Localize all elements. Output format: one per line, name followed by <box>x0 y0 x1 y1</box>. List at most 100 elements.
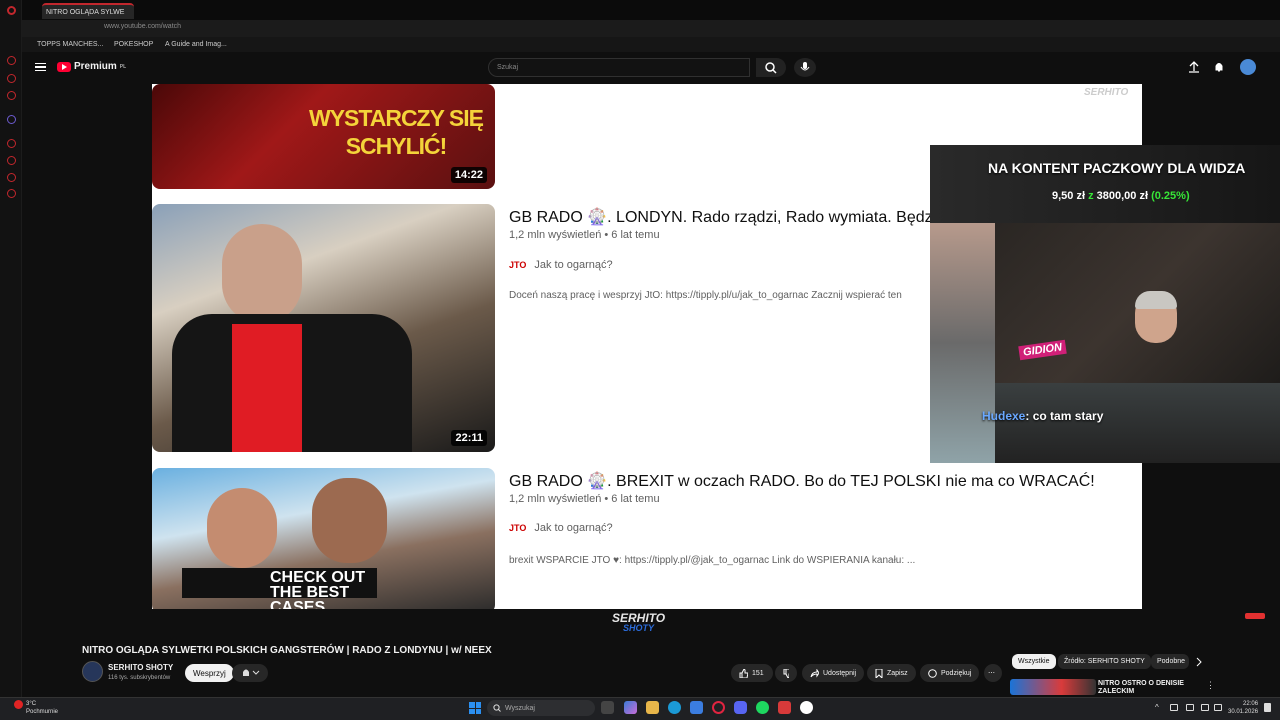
tab-bar <box>22 0 1280 20</box>
chip-source[interactable]: Źródło: SERHITO SHOTY <box>1058 654 1151 669</box>
bookmark-item[interactable]: TOPPS MANCHES... <box>37 41 103 48</box>
suggested-video-thumbnail[interactable] <box>1010 679 1096 695</box>
share-icon <box>810 668 819 678</box>
like-count: 151 <box>752 669 764 677</box>
copilot-icon[interactable] <box>624 701 637 714</box>
share-button[interactable]: Udostępnij <box>802 664 865 682</box>
thanks-button[interactable]: Podziękuj <box>920 664 980 682</box>
more-actions-button[interactable]: ⋯ <box>984 664 1002 682</box>
room-background <box>930 223 995 463</box>
donation-amount: 9,50 zł <box>1052 190 1086 202</box>
channel-avatar[interactable] <box>82 661 103 682</box>
channel-name[interactable]: SERHITO SHOTY <box>108 663 173 672</box>
bookmarks-bar: TOPPS MANCHES... POKESHOP A Guide and Im… <box>22 37 1280 52</box>
address-bar[interactable] <box>22 20 1280 37</box>
search-icon <box>765 62 777 74</box>
taskbar-search[interactable]: Wyszukaj <box>487 700 595 716</box>
active-tab[interactable]: NITRO OGLĄDA SYLWE <box>42 3 134 19</box>
taskbar-clock[interactable]: 22:06 30.01.2026 <box>1228 700 1258 716</box>
channel-row[interactable]: JTO Jak to ogarnąć? <box>509 259 613 271</box>
windows-start-icon[interactable] <box>469 702 481 714</box>
avatar[interactable] <box>1240 59 1256 75</box>
bell-icon[interactable] <box>1213 61 1225 73</box>
video-thumbnail[interactable]: CHECK OUT THE BEST CASES <box>152 468 495 609</box>
app-icon[interactable] <box>778 701 791 714</box>
dislike-button[interactable] <box>775 664 797 682</box>
file-explorer-icon[interactable] <box>646 701 659 714</box>
youtube-logo[interactable]: Premium PL <box>57 61 126 72</box>
weather-text: Pochmurnie <box>26 709 59 715</box>
sidebar-icon[interactable] <box>7 91 16 100</box>
donation-progress: 9,50 zł z 3800,00 zł (0.25%) <box>1052 190 1190 202</box>
subscriber-count: 116 tys. subskrybentów <box>108 675 171 681</box>
weather-alert-icon[interactable] <box>14 700 23 709</box>
donation-headline: NA KONTENT PACZKOWY DLA WIDZA <box>988 160 1246 176</box>
logo-region: PL <box>119 63 127 70</box>
person-shirt <box>232 324 302 452</box>
sidebar-icon[interactable] <box>7 173 16 182</box>
cam-feed: GIDION <box>995 223 1280 383</box>
upload-icon[interactable] <box>1188 61 1200 73</box>
twitch-icon[interactable] <box>7 115 16 124</box>
save-label: Zapisz <box>887 669 908 677</box>
channel-row[interactable]: JTO Jak to ogarnąć? <box>509 522 613 534</box>
chat-text: : co tam stary <box>1025 409 1104 423</box>
bookmark-icon <box>875 668 883 678</box>
streamer-cap <box>1135 291 1177 309</box>
suggested-video-title[interactable]: NITRO OSTRO O DENISIE ZALECKIM <box>1098 680 1188 695</box>
sidebar-icon[interactable] <box>7 156 16 165</box>
channel-name: Jak to ogarnąć? <box>534 259 613 271</box>
url-text[interactable]: www.youtube.com/watch <box>104 23 181 30</box>
edge-icon[interactable] <box>668 701 681 714</box>
donation-goal: 3800,00 zł <box>1096 190 1149 202</box>
kebab-menu-icon[interactable]: ⋮ <box>1206 680 1215 691</box>
bookmark-item[interactable]: A Guide and Imag... <box>165 41 227 48</box>
network-icon[interactable] <box>1201 704 1209 711</box>
mic-button[interactable] <box>794 58 816 77</box>
sidebar-icon[interactable] <box>7 74 16 83</box>
search-button[interactable] <box>756 58 786 77</box>
tray-chevron-icon[interactable]: ^ <box>1155 703 1159 712</box>
clock-date: 30.01.2026 <box>1228 709 1259 715</box>
donation-panel <box>930 145 1280 223</box>
video-title[interactable]: GB RADO 🎡. LONDYN. Rado rządzi, Rado wym… <box>509 207 953 227</box>
promo-banner: CHECK OUT THE BEST CASES <box>182 568 377 609</box>
windows-taskbar <box>0 697 1280 720</box>
tray-icon[interactable] <box>1186 704 1194 711</box>
video-title[interactable]: GB RADO 🎡. BREXIT w oczach RADO. Bo do T… <box>509 471 1095 491</box>
menu-icon[interactable] <box>35 63 46 71</box>
cam-lower <box>995 383 1280 463</box>
spotify-icon[interactable] <box>756 701 769 714</box>
save-button[interactable]: Zapisz <box>867 664 916 682</box>
app-icon[interactable] <box>800 701 813 714</box>
notifications-icon[interactable] <box>1264 703 1271 712</box>
sidebar-icon[interactable] <box>7 139 16 148</box>
sidebar-icon[interactable] <box>7 56 16 65</box>
search-input[interactable]: Szukaj <box>488 58 750 77</box>
like-button[interactable]: 151 <box>731 664 773 682</box>
video-thumbnail[interactable]: WYSTARCZY SIĘ SCHYLIĆ! 14:22 <box>152 84 495 189</box>
discord-icon[interactable] <box>734 701 747 714</box>
chip-similar[interactable]: Podobne <box>1151 654 1189 669</box>
tray-icon[interactable] <box>1170 704 1178 711</box>
app-icon[interactable] <box>690 701 703 714</box>
sidebar-icon[interactable] <box>7 189 16 198</box>
opera-icon[interactable] <box>712 701 725 714</box>
channel-avatar: JTO <box>509 523 527 533</box>
join-button[interactable]: Wesprzyj <box>185 664 234 682</box>
chip-all[interactable]: Wszystkie <box>1012 654 1056 669</box>
screen: NITRO OGLĄDA SYLWE www.youtube.com/watch… <box>0 0 1280 720</box>
cam-tag: GIDION <box>1018 339 1067 361</box>
opera-icon[interactable] <box>7 6 16 15</box>
task-view-icon[interactable] <box>601 701 614 714</box>
bookmark-item[interactable]: POKESHOP <box>114 41 153 48</box>
taskbar-search-text: Wyszukaj <box>505 704 535 712</box>
video-thumbnail[interactable]: 22:11 <box>152 204 495 452</box>
chevron-right-icon[interactable] <box>1195 657 1203 667</box>
duration-badge: 22:11 <box>451 430 487 446</box>
duration-badge: 14:22 <box>450 167 487 183</box>
weather-widget[interactable]: 3°C Pochmurnie <box>26 700 58 716</box>
volume-icon[interactable] <box>1214 704 1222 711</box>
notification-bell-button[interactable] <box>232 664 268 682</box>
clock-time: 22:06 <box>1243 701 1259 707</box>
